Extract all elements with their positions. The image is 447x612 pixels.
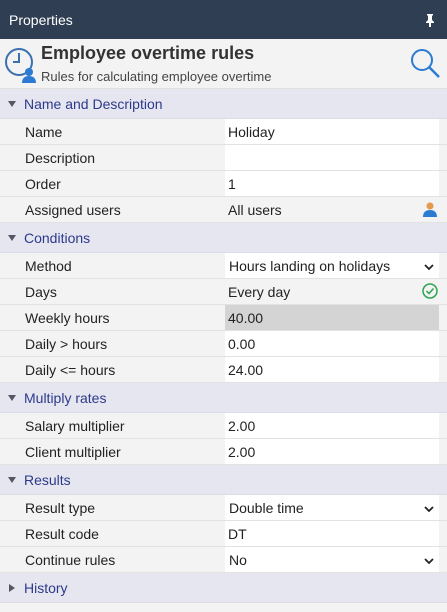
days-text: Every day [228, 283, 291, 300]
field-label: Result type [25, 499, 96, 516]
field-label: Salary multiplier [25, 417, 125, 434]
chevron-down-icon [0, 394, 24, 402]
continue-rules-select[interactable]: No [225, 547, 439, 572]
section-label: History [24, 579, 68, 596]
field-row-client-multiplier: Client multiplier 2.00 [0, 439, 447, 465]
order-input[interactable]: 1 [225, 171, 439, 196]
page-subtitle: Rules for calculating employee overtime [41, 69, 272, 84]
weekly-hours-input[interactable]: 40.00 [225, 305, 439, 330]
field-label: Description [25, 149, 96, 166]
section-name-description[interactable]: Name and Description [0, 89, 447, 119]
field-row-weekly-hours: Weekly hours 40.00 [0, 305, 447, 331]
salary-multiplier-input[interactable]: 2.00 [225, 413, 439, 438]
field-label: Client multiplier [25, 443, 121, 460]
panel-title: Properties [9, 11, 73, 28]
method-select[interactable]: Hours landing on holidays [225, 253, 439, 278]
field-row-order: Order 1 [0, 171, 447, 197]
field-label: Name [25, 123, 63, 140]
chevron-down-icon [0, 234, 24, 242]
section-label: Name and Description [24, 95, 163, 112]
chevron-down-icon [423, 502, 435, 514]
daily-gt-input[interactable]: 0.00 [225, 331, 439, 356]
field-label: Order [25, 175, 61, 192]
field-row-days: Days Every day [0, 279, 447, 305]
field-label: Continue rules [25, 551, 116, 568]
description-input[interactable] [225, 145, 439, 170]
field-row-daily-gt: Daily > hours 0.00 [0, 331, 447, 357]
assigned-users-value[interactable]: All users [225, 197, 439, 222]
field-row-daily-le: Daily <= hours 24.00 [0, 357, 447, 383]
user-icon[interactable] [421, 200, 439, 218]
chevron-down-icon [0, 476, 24, 484]
method-value: Hours landing on holidays [229, 257, 391, 274]
field-label: Days [25, 283, 57, 300]
result-code-input[interactable]: DT [225, 521, 439, 546]
client-multiplier-input[interactable]: 2.00 [225, 439, 439, 464]
search-icon[interactable] [409, 47, 441, 79]
field-label: Daily > hours [25, 335, 108, 352]
section-label: Multiply rates [24, 389, 107, 406]
field-row-result-type: Result type Double time [0, 495, 447, 521]
section-label: Conditions [24, 229, 91, 246]
check-circle-icon [421, 282, 439, 300]
section-history[interactable]: History [0, 573, 447, 603]
result-type-select[interactable]: Double time [225, 495, 439, 520]
continue-rules-value: No [229, 551, 247, 568]
daily-le-input[interactable]: 24.00 [225, 357, 439, 382]
field-row-continue-rules: Continue rules No [0, 547, 447, 573]
chevron-right-icon [0, 583, 24, 593]
field-row-method: Method Hours landing on holidays [0, 253, 447, 279]
section-results[interactable]: Results [0, 465, 447, 495]
panel-titlebar: Properties [0, 0, 447, 39]
field-label: Assigned users [25, 201, 121, 218]
field-label: Method [25, 257, 72, 274]
field-row-result-code: Result code DT [0, 521, 447, 547]
field-label: Weekly hours [25, 309, 110, 326]
section-conditions[interactable]: Conditions [0, 223, 447, 253]
field-row-assigned-users: Assigned users All users [0, 197, 447, 223]
pin-icon[interactable] [417, 7, 443, 33]
page-title: Employee overtime rules [41, 43, 255, 63]
section-multiply-rates[interactable]: Multiply rates [0, 383, 447, 413]
chevron-down-icon [423, 260, 435, 272]
panel-header: Employee overtime rules Rules for calcul… [0, 39, 447, 89]
field-label: Result code [25, 525, 99, 542]
field-label: Daily <= hours [25, 361, 116, 378]
chevron-down-icon [0, 100, 24, 108]
section-label: Results [24, 471, 71, 488]
field-row-salary-multiplier: Salary multiplier 2.00 [0, 413, 447, 439]
clock-user-icon [3, 45, 39, 85]
result-type-value: Double time [229, 499, 304, 516]
field-row-name: Name Holiday [0, 119, 447, 145]
name-input[interactable]: Holiday [225, 119, 439, 144]
days-value[interactable]: Every day [225, 279, 439, 304]
assigned-users-text: All users [228, 201, 282, 218]
chevron-down-icon [423, 554, 435, 566]
field-row-description: Description [0, 145, 447, 171]
